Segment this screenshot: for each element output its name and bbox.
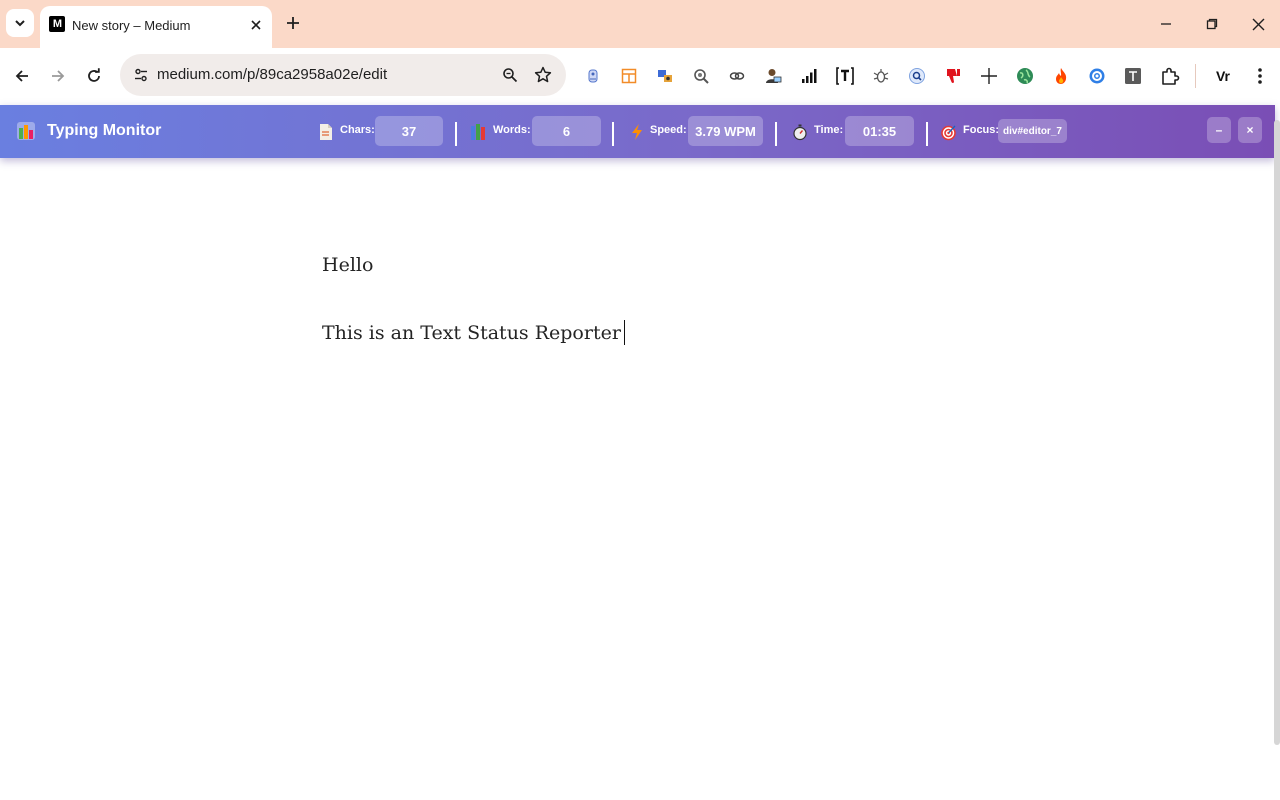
signal-bars-extension[interactable]: [796, 63, 822, 89]
fire-extension-icon: [1056, 68, 1067, 84]
back-button[interactable]: [8, 62, 36, 90]
zoom-icon: [503, 68, 518, 83]
thumbs-down-extension-icon: [947, 69, 960, 83]
toolbar-divider: [1195, 64, 1196, 88]
bug-extension-icon: [873, 69, 889, 83]
minimize-window-button[interactable]: [1150, 8, 1182, 40]
close-icon: [251, 20, 261, 30]
crosshair-extension[interactable]: [976, 63, 1002, 89]
spy-extension-icon: [694, 69, 709, 84]
monitor-title: Typing Monitor: [47, 122, 162, 139]
stat-divider: [775, 122, 777, 146]
chars-value: 37: [375, 116, 443, 146]
more-vertical-icon: [1258, 68, 1262, 84]
link-extension[interactable]: [724, 63, 750, 89]
globe-extension-icon: [1017, 68, 1033, 84]
signal-bars-icon: [802, 69, 817, 83]
url-text[interactable]: medium.com/p/89ca2958a02e/edit: [157, 66, 387, 83]
t-box-extension[interactable]: [1120, 63, 1146, 89]
stat-divider: [926, 122, 928, 146]
tool-extension-icon: [658, 70, 672, 82]
words-value: 6: [532, 116, 601, 146]
words-label: Words:: [493, 124, 531, 136]
t-box-extension-icon: [1125, 68, 1141, 84]
time-label: Time:: [814, 124, 844, 136]
layout-extension-icon: [621, 68, 637, 84]
spy-extension[interactable]: [688, 63, 714, 89]
new-tab-button[interactable]: [280, 10, 306, 36]
tab-strip: M New story – Medium: [0, 0, 1280, 48]
grammar-bot-extension[interactable]: [580, 63, 606, 89]
link-extension-icon: [729, 72, 745, 80]
layout-extension[interactable]: [616, 63, 642, 89]
bar-chart-logo-icon: [17, 122, 35, 140]
reload-icon: [88, 68, 100, 82]
dev-avatar-extension-icon: [766, 69, 782, 83]
dev-avatar-extension[interactable]: [760, 63, 786, 89]
crosshair-extension-icon: [981, 68, 997, 84]
lens-extension[interactable]: [904, 63, 930, 89]
lightning-icon: [632, 124, 642, 140]
forward-button[interactable]: [44, 62, 72, 90]
text-extension[interactable]: [832, 63, 858, 89]
bug-extension[interactable]: [868, 63, 894, 89]
site-settings-button[interactable]: [128, 62, 154, 88]
books-icon: [471, 124, 485, 140]
extensions-menu-button[interactable]: [1157, 63, 1183, 89]
close-window-button[interactable]: [1242, 8, 1274, 40]
grammar-bot-icon: [588, 69, 598, 83]
zoom-button[interactable]: [497, 62, 523, 88]
speed-value: 3.79 WPM: [688, 116, 763, 146]
gear-extension-icon: [1089, 68, 1105, 84]
editor-paragraph[interactable]: This is an Text Status Reporter: [322, 320, 626, 345]
target-icon: [941, 125, 956, 141]
reload-button[interactable]: [80, 62, 108, 90]
paragraph-text: This is an Text Status Reporter: [322, 322, 621, 344]
text-extension-icon: [836, 67, 854, 85]
browser-toolbar: medium.com/p/89ca2958a02e/edit Vr: [0, 48, 1280, 104]
minimize-icon: [1161, 23, 1171, 25]
page-scrollbar[interactable]: [1274, 120, 1280, 745]
star-icon: [534, 66, 552, 83]
editor-paragraph[interactable]: Hello: [322, 254, 373, 276]
puzzle-icon: [1162, 67, 1180, 85]
typing-monitor-bar: Typing Monitor Chars: 37 Words: 6 Speed:…: [0, 105, 1275, 158]
paragraph-text: Hello: [322, 254, 374, 276]
restore-icon: [1206, 18, 1218, 30]
monitor-close-button[interactable]: ×: [1238, 117, 1262, 143]
profile-button[interactable]: Vr: [1210, 64, 1236, 88]
tab-title: New story – Medium: [72, 18, 191, 33]
active-tab[interactable]: M New story – Medium: [40, 6, 272, 48]
medium-favicon-icon: M: [49, 16, 65, 32]
stopwatch-icon: [793, 124, 807, 141]
lens-extension-icon: [909, 68, 925, 84]
speed-label: Speed:: [650, 124, 687, 136]
chrome-menu-button[interactable]: [1247, 63, 1273, 89]
stat-divider: [612, 122, 614, 146]
tab-search-button[interactable]: [6, 9, 34, 37]
arrow-left-icon: [15, 70, 28, 82]
chevron-down-icon: [15, 20, 25, 27]
plus-icon: [287, 17, 299, 29]
fire-extension[interactable]: [1048, 63, 1074, 89]
focus-value: div#editor_7: [998, 119, 1067, 143]
tune-icon: [135, 68, 147, 82]
stat-divider: [455, 122, 457, 146]
time-value: 01:35: [845, 116, 914, 146]
chars-label: Chars:: [340, 124, 375, 136]
text-caret: [623, 320, 626, 345]
tool-extension[interactable]: [652, 63, 678, 89]
focus-label: Focus:: [963, 124, 1000, 136]
address-bar[interactable]: medium.com/p/89ca2958a02e/edit: [120, 54, 566, 96]
tab-close-button[interactable]: [246, 15, 266, 35]
restore-window-button[interactable]: [1196, 8, 1228, 40]
monitor-minimize-button[interactable]: –: [1207, 117, 1231, 143]
bookmark-button[interactable]: [530, 62, 556, 88]
arrow-right-icon: [52, 70, 65, 82]
thumbs-down-extension[interactable]: [940, 63, 966, 89]
page-icon: [320, 124, 332, 140]
gear-extension[interactable]: [1084, 63, 1110, 89]
globe-extension[interactable]: [1012, 63, 1038, 89]
close-icon: [1252, 18, 1264, 30]
